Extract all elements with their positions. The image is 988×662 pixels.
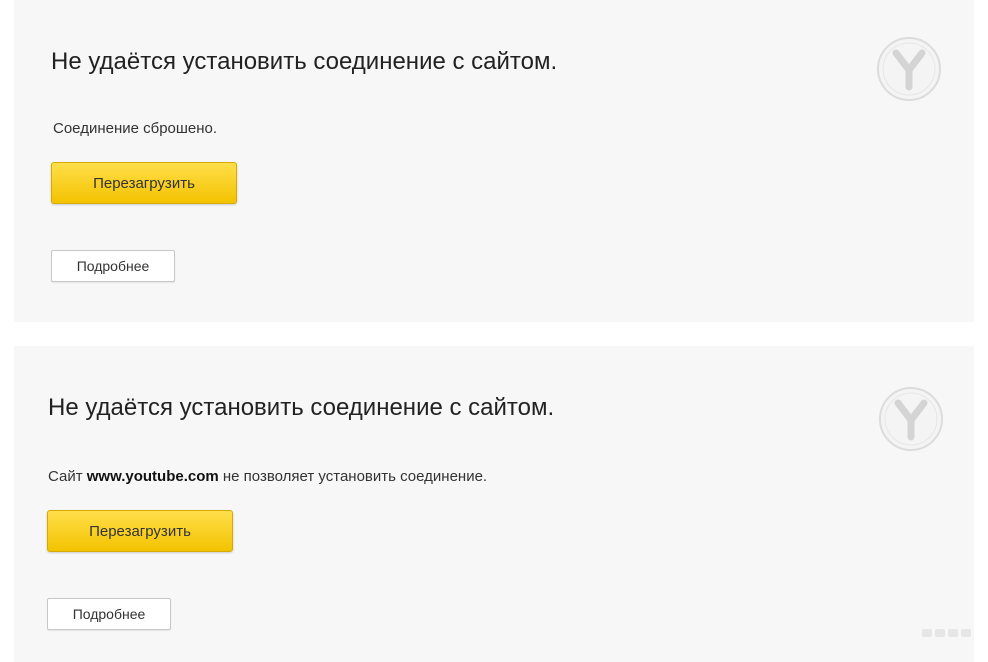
watermark-logo-icon bbox=[922, 629, 971, 637]
reload-button[interactable]: Перезагрузить bbox=[47, 510, 233, 552]
error-heading: Не удаётся установить соединение с сайто… bbox=[51, 48, 558, 75]
error-message: Соединение сброшено. bbox=[53, 120, 218, 137]
details-button[interactable]: Подробнее bbox=[47, 598, 171, 630]
reload-button[interactable]: Перезагрузить bbox=[51, 162, 237, 204]
error-message: Сайт www.youtube.com не позволяет устано… bbox=[48, 468, 487, 485]
error-message-suffix: не позволяет установить соединение. bbox=[218, 468, 488, 485]
yandex-browser-logo-icon bbox=[879, 387, 943, 451]
details-button[interactable]: Подробнее bbox=[51, 250, 175, 282]
site-url: www.youtube.com bbox=[86, 468, 219, 485]
error-message-prefix: Сайт bbox=[48, 468, 87, 485]
yandex-browser-logo-icon bbox=[877, 37, 941, 101]
error-heading: Не удаётся установить соединение с сайто… bbox=[48, 394, 555, 421]
page: Не удаётся установить соединение с сайто… bbox=[0, 0, 988, 662]
